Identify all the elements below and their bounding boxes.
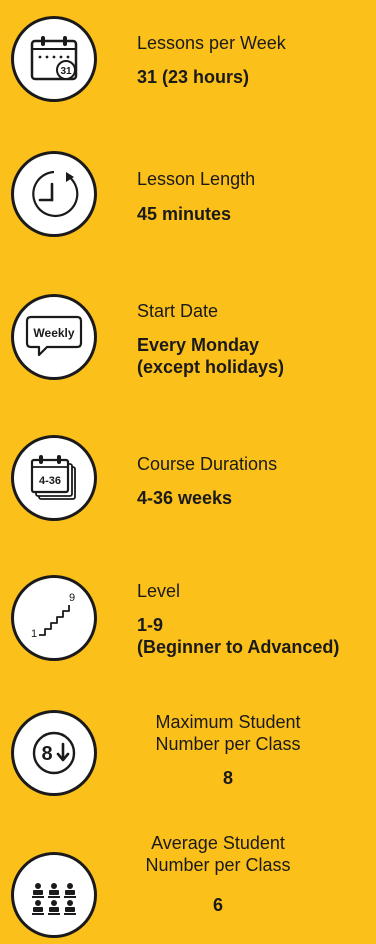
clock-icon — [11, 151, 97, 237]
average-students-label-line: Average Student — [151, 833, 285, 853]
level-value-line: (Beginner to Advanced) — [137, 637, 340, 657]
level-label: Level — [137, 581, 181, 601]
feature-lesson-length: Lesson Length 45 minutes — [0, 140, 376, 260]
lesson-length-label: Lesson Length — [137, 169, 256, 189]
students-icon — [11, 852, 97, 938]
level-value: 1-9 (Beginner to Advanced) — [137, 614, 339, 658]
stairs-high-number: 9 — [69, 592, 75, 604]
maximum-students-label-line: Maximum Student — [155, 712, 301, 732]
stairs-low-number: 1 — [31, 628, 37, 640]
lesson-length-value: 45 minutes — [137, 204, 232, 224]
maximum-students-label: Maximum Student Number per Class — [128, 711, 328, 755]
feature-lessons-per-week: 31 Lessons per Week 31 (23 hours) — [0, 0, 376, 120]
maximum-students-value: 8 — [222, 768, 233, 788]
lessons-per-week-label: Lessons per Week — [137, 33, 286, 53]
level-value-line: 1-9 — [137, 615, 164, 635]
stairs-icon: 1 9 — [11, 575, 97, 661]
stacked-calendar-icon: 4-36 — [11, 435, 97, 521]
badge-number: 8 — [41, 743, 52, 765]
calendar-icon: 31 — [11, 16, 97, 102]
feature-average-students: Average Student Number per Class 6 — [0, 820, 376, 944]
average-students-label-line: Number per Class — [145, 855, 291, 875]
feature-maximum-students: 8 Maximum Student Number per Class 8 — [0, 690, 376, 815]
course-durations-value: 4-36 weeks — [137, 488, 233, 508]
course-durations-label: Course Durations — [137, 454, 278, 474]
start-date-value-line: Every Monday — [137, 335, 260, 355]
average-students-value: 6 — [212, 895, 223, 915]
start-date-value: Every Monday (except holidays) — [137, 334, 284, 378]
stacked-calendar-text: 4-36 — [39, 475, 61, 487]
lessons-per-week-value: 31 (23 hours) — [137, 67, 250, 87]
feature-level: 1 9 Level 1-9 (Beginner to Advanced) — [0, 560, 376, 685]
start-date-label: Start Date — [137, 301, 219, 321]
feature-start-date: Weekly Start Date Every Monday (except h… — [0, 270, 376, 400]
speech-bubble-icon: Weekly — [11, 294, 97, 380]
maximum-students-label-line: Number per Class — [155, 734, 301, 754]
speech-bubble-text: Weekly — [33, 326, 74, 340]
calendar-icon-number: 31 — [60, 66, 72, 77]
average-students-label: Average Student Number per Class — [118, 832, 318, 876]
down-arrow-badge-icon: 8 — [11, 710, 97, 796]
start-date-value-line: (except holidays) — [137, 357, 285, 377]
feature-course-durations: 4-36 Course Durations 4-36 weeks — [0, 420, 376, 540]
